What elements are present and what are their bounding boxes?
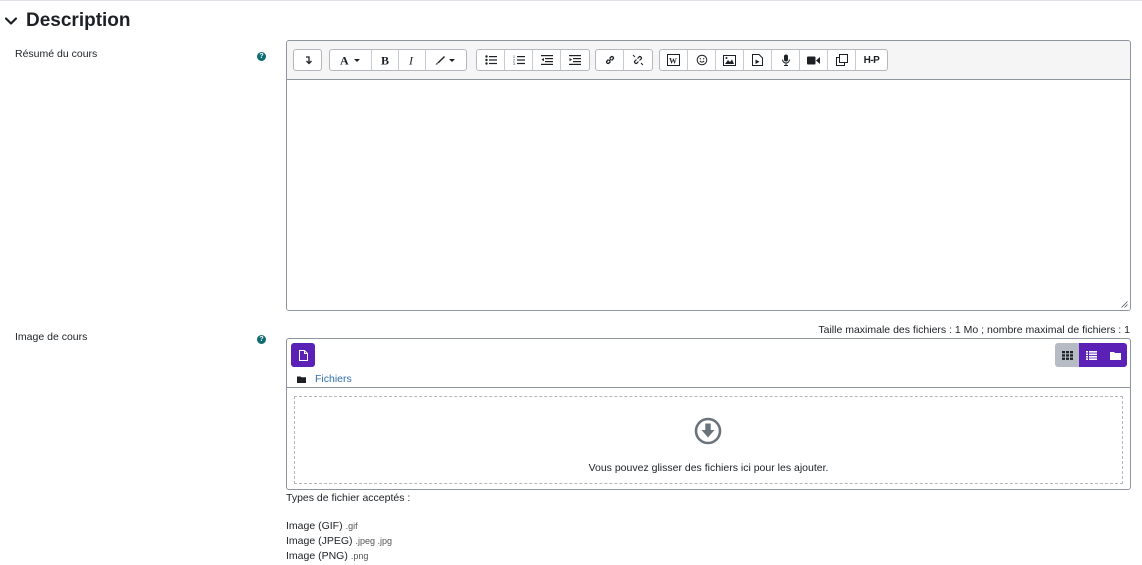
top-divider — [0, 0, 1142, 1]
unlink-button[interactable] — [624, 50, 652, 70]
summary-editor: A B I 1 2 3 W H-P — [286, 40, 1131, 311]
toolbar-group-lists: 1 2 3 — [476, 49, 590, 71]
file-type-name: Image (PNG) — [286, 550, 348, 562]
tree-view-button[interactable] — [1103, 343, 1127, 367]
equation-icon: W — [667, 54, 680, 66]
bold-button[interactable]: B — [372, 50, 399, 70]
editor-toolbar: A B I 1 2 3 W H-P — [287, 41, 1130, 80]
outdent-button[interactable] — [533, 50, 561, 70]
summary-label: Résumé du cours — [15, 48, 98, 60]
file-type-png: Image (PNG) .png — [286, 550, 368, 562]
file-manager-divider — [287, 387, 1130, 388]
toolbar-group-text: A B I — [329, 49, 467, 71]
question-circle-icon[interactable]: ? — [257, 335, 266, 344]
folder-icon — [297, 376, 306, 383]
toolbar-group-links — [595, 49, 653, 71]
italic-icon: I — [408, 54, 414, 66]
link-button[interactable] — [596, 50, 624, 70]
file-type-name: Image (GIF) — [286, 520, 343, 532]
toolbar-group-insert: W H-P — [659, 49, 888, 71]
record-video-button[interactable] — [800, 50, 828, 70]
outdent-icon — [540, 55, 553, 65]
font-style-icon: A — [340, 54, 360, 66]
media-button[interactable] — [744, 50, 772, 70]
record-audio-button[interactable] — [772, 50, 800, 70]
chevron-down-icon[interactable] — [4, 14, 18, 28]
view-switcher — [1055, 343, 1127, 367]
font-color-button[interactable] — [426, 50, 466, 70]
file-dropzone[interactable]: Vous pouvez glisser des fichiers ici pou… — [294, 396, 1123, 484]
link-icon — [605, 55, 614, 65]
bold-icon: B — [381, 54, 389, 66]
grid-view-icon — [1061, 350, 1073, 360]
accepted-types-title: Types de fichier acceptés : — [286, 492, 411, 504]
svg-text:B: B — [381, 54, 389, 66]
manage-files-button[interactable] — [828, 50, 856, 70]
h5p-icon: H-P — [863, 54, 880, 66]
summary-content-area[interactable] — [287, 80, 1130, 310]
list-view-button[interactable] — [1079, 343, 1103, 367]
manage-files-icon — [835, 54, 848, 66]
file-manager: Fichiers Vous pouvez glisser des fichier… — [286, 338, 1131, 490]
breadcrumb-files-link[interactable]: Fichiers — [315, 373, 352, 385]
file-type-ext: .jpeg .jpg — [355, 536, 393, 546]
file-type-name: Image (JPEG) — [286, 535, 353, 547]
max-file-info: Taille maximale des fichiers : 1 Mo ; no… — [818, 324, 1130, 336]
resize-grip-icon[interactable] — [1121, 301, 1128, 308]
image-button[interactable] — [716, 50, 744, 70]
svg-text:3: 3 — [513, 62, 515, 65]
tree-view-icon — [1109, 351, 1121, 360]
course-image-label: Image de cours — [15, 331, 88, 343]
indent-icon — [569, 55, 581, 65]
equation-button[interactable]: W — [660, 50, 688, 70]
section-title: Description — [26, 10, 131, 31]
indent-button[interactable] — [561, 50, 589, 70]
italic-button[interactable]: I — [399, 50, 426, 70]
file-type-ext: .gif — [345, 521, 358, 531]
svg-text:W: W — [669, 57, 677, 66]
breadcrumb: Fichiers — [297, 373, 352, 385]
download-arrow-icon — [694, 417, 722, 445]
file-type-ext: .png — [350, 551, 369, 561]
svg-text:A: A — [340, 54, 349, 66]
record-video-icon — [807, 56, 820, 64]
question-circle-icon[interactable]: ? — [257, 52, 266, 61]
h5p-button[interactable]: H-P — [856, 50, 887, 70]
section-header-description[interactable]: Description — [4, 9, 131, 33]
numbered-list-icon: 1 2 3 — [513, 55, 525, 65]
font-color-icon — [435, 56, 455, 65]
file-type-gif: Image (GIF) .gif — [286, 520, 358, 532]
file-icon — [298, 349, 308, 361]
media-icon — [752, 54, 763, 66]
collapse-toolbar-button[interactable] — [294, 50, 321, 70]
collapse-toolbar-icon — [305, 56, 312, 65]
record-audio-icon — [781, 54, 790, 66]
file-type-jpeg: Image (JPEG) .jpeg .jpg — [286, 535, 392, 547]
svg-text:I: I — [408, 54, 414, 66]
toolbar-group-collapse — [293, 49, 322, 71]
bullet-list-icon — [484, 55, 497, 65]
unlink-icon — [632, 54, 644, 66]
image-icon — [723, 54, 736, 66]
bullet-list-button[interactable] — [477, 50, 505, 70]
emoji-button[interactable] — [688, 50, 716, 70]
dropzone-text: Vous pouvez glisser des fichiers ici pou… — [588, 462, 829, 474]
font-style-button[interactable]: A — [330, 50, 372, 70]
add-file-button[interactable] — [291, 343, 315, 367]
list-view-icon — [1085, 350, 1097, 360]
emoji-icon — [696, 54, 707, 66]
grid-view-button[interactable] — [1055, 343, 1079, 367]
numbered-list-button[interactable]: 1 2 3 — [505, 50, 533, 70]
